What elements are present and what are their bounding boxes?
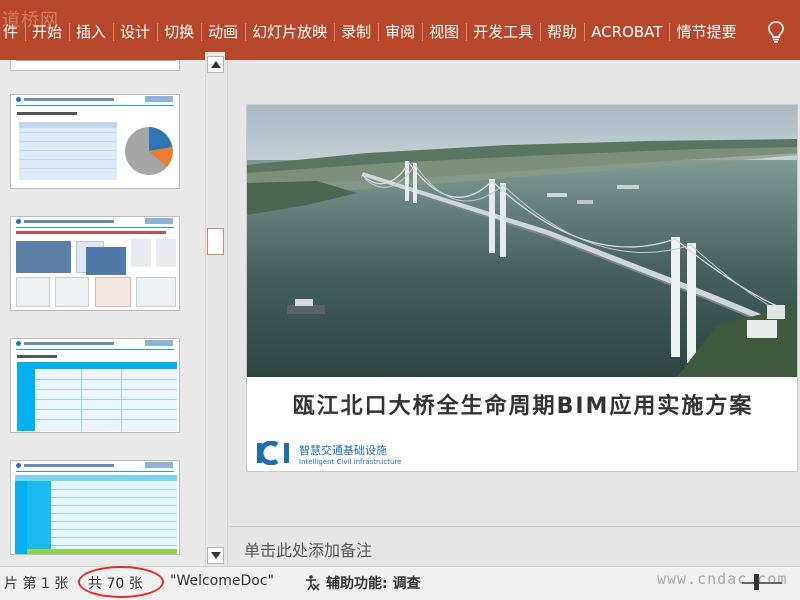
accessibility-icon[interactable] [303,574,321,592]
ribbon-tab[interactable]: 开发工具 [466,14,540,50]
ribbon-tab[interactable]: 录制 [334,14,378,50]
slide-title: 瓯江北口大桥全生命周期BIM应用实施方案 [292,394,754,419]
ribbon-tab[interactable]: 幻灯片放映 [245,14,334,50]
current-slide[interactable]: 瓯江北口大桥全生命周期BIM应用实施方案 智慧交通基础设施 Intelligen… [246,104,798,472]
ribbon-tab-bar: 道桥网 件开始 插入 设计 切换 动画 幻灯片放映 录制 审阅 视图 开发工具 帮助 ACROBAT 情… [0,0,800,60]
zoom-slider-track[interactable] [742,582,782,584]
slide-total-status: 共 70 张 [88,576,143,592]
ribbon-tab[interactable]: 情节提要 [669,14,743,50]
ribbon-tab[interactable]: 件 [0,14,25,50]
bridge-photo [247,105,797,377]
theme-name-status: "WelcomeDoc" [170,573,274,589]
ribbon-tabs: 件开始 插入 设计 切换 动画 幻灯片放映 录制 审阅 视图 开发工具 帮助 ACROBAT 情节提要 [0,14,743,50]
ici-logo-icon [257,441,289,465]
slide-thumbnail[interactable] [10,94,180,189]
ribbon-tab[interactable]: 设计 [113,14,157,50]
scrollbar-thumb[interactable] [207,228,224,255]
slide-number-status: 片 第 1 张 [4,576,69,592]
thumbnail-scrollbar[interactable] [205,52,225,568]
slide-thumbnail[interactable] [10,338,180,433]
ribbon-tab[interactable]: 切换 [157,14,201,50]
lightbulb-icon[interactable] [764,20,788,44]
ribbon-tab[interactable]: 动画 [201,14,245,50]
ribbon-tab[interactable]: 帮助 [540,14,584,50]
logo-english-text: Intelligent Civil infrastructure [299,458,402,466]
pie-chart-icon [125,127,173,175]
slide-thumbnail-pane[interactable] [0,60,228,566]
slide-thumbnail[interactable] [10,460,180,555]
slide-thumbnail-partial[interactable] [10,60,180,71]
site-watermark-url: www.cndac.com [657,570,788,588]
scroll-down-button[interactable] [207,547,224,564]
ribbon-tab[interactable]: 开始 [25,14,69,50]
accessibility-status[interactable]: 辅助功能: 调查 [326,573,420,593]
slide-editing-area: 瓯江北口大桥全生命周期BIM应用实施方案 智慧交通基础设施 Intelligen… [230,60,800,566]
status-bar: 片 第 1 张 共 70 张 "WelcomeDoc" 辅助功能: 调查 www… [0,566,800,600]
ribbon-tab[interactable]: ACROBAT [584,14,669,50]
scroll-up-button[interactable] [207,56,224,73]
notes-divider [230,526,800,527]
ribbon-tab[interactable]: 插入 [69,14,113,50]
logo-chinese-text: 智慧交通基础设施 [299,444,387,457]
notes-placeholder[interactable]: 单击此处添加备注 [244,537,372,561]
zoom-slider-knob[interactable] [754,574,759,590]
ribbon-tab[interactable]: 审阅 [378,14,422,50]
ribbon-tab[interactable]: 视图 [422,14,466,50]
slide-thumbnail[interactable] [10,216,180,311]
